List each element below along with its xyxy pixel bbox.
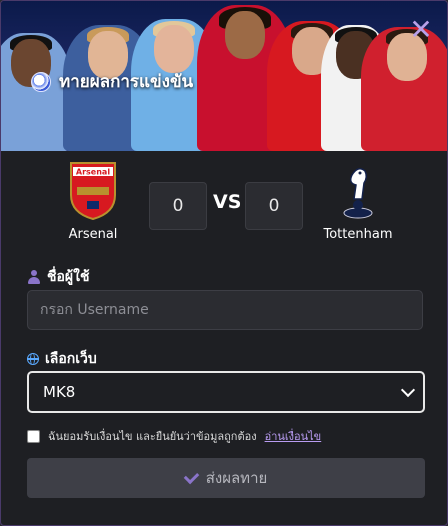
- agree-text: ฉันยอมรับเงื่อนไข และยืนยันว่าข้อมูลถูกต…: [48, 430, 257, 443]
- modal-title-text: ทายผลการแข่งขัน: [59, 72, 194, 92]
- submit-label: ส่งผลทาย: [205, 469, 268, 487]
- away-team-name: Tottenham: [323, 227, 393, 242]
- arsenal-logo-icon: Arsenal: [67, 161, 119, 221]
- username-input[interactable]: [27, 290, 423, 330]
- vs-label: VS: [213, 191, 242, 213]
- web-label: เลือกเว็บ: [26, 348, 97, 370]
- svg-text:Arsenal: Arsenal: [76, 168, 110, 177]
- football-icon: [31, 71, 51, 92]
- away-team: Tottenham: [303, 161, 413, 242]
- check-icon: [183, 468, 199, 484]
- web-label-text: เลือกเว็บ: [45, 351, 97, 367]
- web-select-value: MK8: [43, 383, 76, 401]
- chevron-down-icon: [400, 382, 416, 398]
- tottenham-logo-icon: [332, 161, 384, 221]
- prediction-modal: ✕ ทายผลการแข่งขัน Arsenal Arsenal 0 VS 0: [0, 0, 448, 526]
- close-icon[interactable]: ✕: [409, 16, 433, 44]
- agree-row: ฉันยอมรับเงื่อนไข และยืนยันว่าข้อมูลถูกต…: [27, 427, 321, 445]
- terms-link[interactable]: อ่านเงื่อนไข: [265, 427, 322, 445]
- user-icon: [27, 270, 41, 284]
- username-label-text: ชื่อผู้ใช้: [47, 269, 90, 285]
- agree-checkbox[interactable]: [27, 429, 40, 443]
- home-score-input[interactable]: 0: [149, 182, 207, 230]
- modal-title: ทายผลการแข่งขัน: [31, 68, 193, 95]
- home-team-name: Arsenal: [68, 227, 118, 242]
- username-label: ชื่อผู้ใช้: [27, 266, 89, 288]
- submit-button[interactable]: ส่งผลทาย: [27, 458, 425, 498]
- away-score-input[interactable]: 0: [245, 182, 303, 230]
- home-team: Arsenal Arsenal: [38, 161, 148, 242]
- match-section: Arsenal Arsenal 0 VS 0 Tottenham: [1, 161, 447, 251]
- globe-icon: [26, 352, 39, 365]
- web-select[interactable]: MK8: [27, 371, 425, 413]
- banner-image: ✕ ทายผลการแข่งขัน: [1, 1, 447, 151]
